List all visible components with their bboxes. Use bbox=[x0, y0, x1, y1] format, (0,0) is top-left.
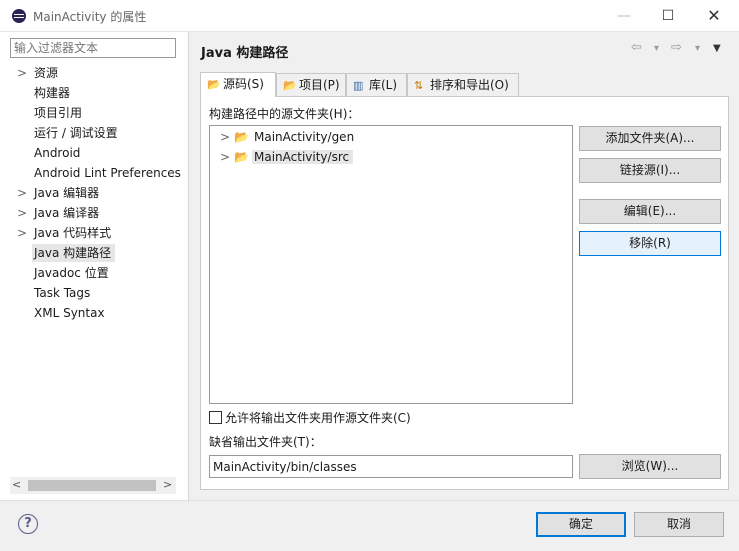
help-icon[interactable]: ? bbox=[18, 514, 38, 534]
tree-item-gen[interactable]: > 📂 MainActivity/gen bbox=[220, 128, 358, 146]
tab-libraries[interactable]: ▥ 库(L) bbox=[346, 73, 407, 96]
tab-order-export-label: 排序和导出(O) bbox=[430, 78, 509, 92]
chevron-right-icon[interactable]: > bbox=[220, 128, 234, 146]
sidebar-item-builders[interactable]: 构建器 bbox=[34, 84, 70, 102]
sidebar-item-task-tags[interactable]: Task Tags bbox=[34, 284, 90, 302]
chevron-right-icon[interactable]: > bbox=[17, 184, 27, 202]
add-folder-button[interactable]: 添加文件夹(A)... bbox=[579, 126, 721, 151]
project-icon: 📂 bbox=[283, 79, 297, 92]
sidebar-item-project-references[interactable]: 项目引用 bbox=[34, 104, 82, 122]
maximize-button[interactable]: ☐ bbox=[648, 4, 688, 28]
eclipse-icon bbox=[12, 9, 26, 23]
ok-button[interactable]: 确定 bbox=[536, 512, 626, 537]
folder-icon: 📂 bbox=[207, 78, 221, 91]
sidebar-item-xml-syntax[interactable]: XML Syntax bbox=[34, 304, 105, 322]
title-bar: MainActivity 的属性 — ☐ ✕ bbox=[0, 0, 739, 32]
link-source-button[interactable]: 链接源(I)... bbox=[579, 158, 721, 183]
scroll-right-icon[interactable]: > bbox=[163, 478, 172, 491]
tab-libraries-label: 库(L) bbox=[369, 78, 398, 92]
sidebar-item-java-code-style[interactable]: Java 代码样式 bbox=[34, 224, 111, 242]
order-export-icon: ⇅ bbox=[414, 79, 424, 92]
close-button[interactable]: ✕ bbox=[694, 4, 734, 28]
page-header: Java 构建路径 ⇦ ▾ ⇨ ▾ ▼ bbox=[189, 32, 739, 64]
sidebar-item-android-lint[interactable]: Android Lint Preferences bbox=[34, 164, 181, 182]
source-folders-label: 构建路径中的源文件夹(H)： bbox=[209, 107, 360, 121]
tab-projects-label: 项目(P) bbox=[299, 78, 340, 92]
tab-order-export[interactable]: ⇅ 排序和导出(O) bbox=[407, 73, 519, 96]
chevron-right-icon[interactable]: > bbox=[17, 224, 27, 242]
footer-divider bbox=[0, 500, 739, 501]
sidebar-item-resource[interactable]: 资源 bbox=[34, 64, 58, 82]
sidebar-item-run-debug-settings[interactable]: 运行 / 调试设置 bbox=[34, 124, 118, 142]
sidebar-item-java-compiler[interactable]: Java 编译器 bbox=[34, 204, 99, 222]
back-dropdown-icon[interactable]: ▾ bbox=[654, 43, 659, 54]
minimize-button[interactable]: — bbox=[604, 4, 644, 28]
chevron-right-icon[interactable]: > bbox=[17, 204, 27, 222]
allow-output-folders-row[interactable]: 允许将输出文件夹用作源文件夹(C) bbox=[209, 410, 411, 426]
browse-button[interactable]: 浏览(W)... bbox=[579, 454, 721, 479]
tab-source-label: 源码(S) bbox=[223, 77, 264, 91]
tree-item-src-label: MainActivity/src bbox=[252, 150, 354, 164]
allow-output-folders-label: 允许将输出文件夹用作源文件夹(C) bbox=[225, 411, 411, 425]
sidebar-item-java-editor[interactable]: Java 编辑器 bbox=[34, 184, 99, 202]
cancel-button[interactable]: 取消 bbox=[634, 512, 724, 537]
tree-item-gen-label: MainActivity/gen bbox=[254, 130, 355, 144]
scrollbar-thumb[interactable] bbox=[28, 480, 156, 491]
default-output-folder-input[interactable] bbox=[209, 455, 573, 478]
chevron-right-icon[interactable]: > bbox=[17, 64, 27, 82]
tab-source[interactable]: 📂 源码(S) bbox=[200, 72, 276, 97]
back-arrow-icon[interactable]: ⇦ bbox=[631, 40, 642, 55]
forward-arrow-icon[interactable]: ⇨ bbox=[671, 40, 682, 55]
scroll-left-icon[interactable]: < bbox=[12, 478, 21, 491]
default-output-folder-label: 缺省输出文件夹(T)： bbox=[209, 435, 322, 449]
package-folder-icon: 📂 bbox=[234, 130, 249, 144]
remove-button[interactable]: 移除(R) bbox=[579, 231, 721, 256]
sidebar-item-javadoc-location[interactable]: Javadoc 位置 bbox=[34, 264, 109, 282]
package-folder-icon: 📂 bbox=[234, 150, 249, 164]
pane-divider[interactable] bbox=[188, 32, 189, 502]
edit-button[interactable]: 编辑(E)... bbox=[579, 199, 721, 224]
allow-output-folders-checkbox[interactable] bbox=[209, 411, 222, 424]
forward-dropdown-icon[interactable]: ▾ bbox=[695, 43, 700, 54]
tree-item-src[interactable]: > 📂 MainActivity/src bbox=[220, 148, 354, 166]
sidebar-horizontal-scrollbar[interactable]: < > bbox=[10, 477, 176, 494]
sidebar-item-android[interactable]: Android bbox=[34, 144, 80, 162]
view-menu-icon[interactable]: ▼ bbox=[713, 43, 721, 54]
filter-input[interactable] bbox=[10, 38, 176, 58]
chevron-right-icon[interactable]: > bbox=[220, 148, 234, 166]
library-icon: ▥ bbox=[353, 79, 364, 92]
tab-projects[interactable]: 📂 项目(P) bbox=[276, 73, 346, 96]
page-title: Java 构建路径 bbox=[201, 46, 289, 61]
window-title: MainActivity 的属性 bbox=[33, 10, 147, 24]
sidebar-item-java-build-path[interactable]: Java 构建路径 bbox=[32, 244, 116, 262]
source-folders-tree[interactable]: > 📂 MainActivity/gen > 📂 MainActivity/src bbox=[209, 125, 573, 404]
